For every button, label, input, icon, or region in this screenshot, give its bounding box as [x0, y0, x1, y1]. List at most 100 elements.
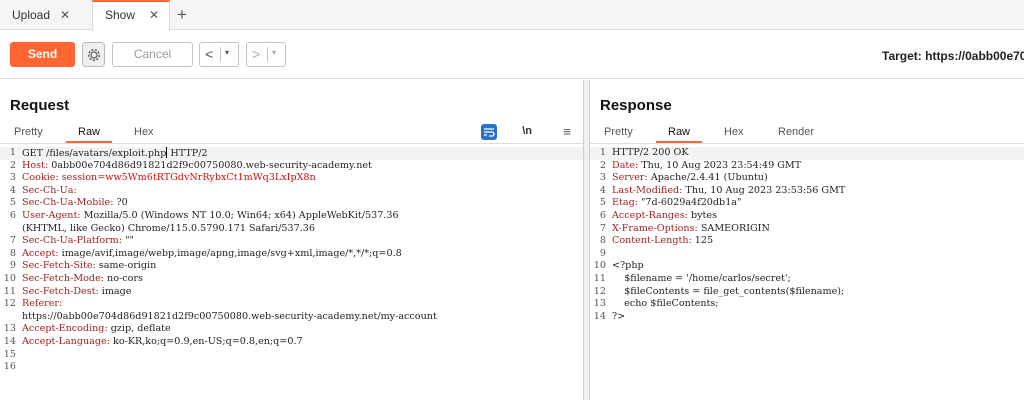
- line-text: $filename = '/home/carlos/secret';: [612, 273, 791, 286]
- line-text: Sec-Ch-Ua-Mobile: ?0: [22, 197, 128, 210]
- code-line: 5 Sec-Ch-Ua-Mobile: ?0: [0, 197, 583, 210]
- code-line: 10 Sec-Fetch-Mode: no-cors: [0, 273, 583, 286]
- line-number: 14: [3, 335, 16, 347]
- header-value: ?0: [116, 197, 128, 209]
- wrap-lines-button[interactable]: [481, 124, 497, 140]
- code-line: 2 Host: 0abb00e704d86d91821d2f9c00750080.…: [0, 160, 583, 173]
- header-name: Server:: [612, 172, 651, 184]
- line-number: 10: [3, 272, 16, 284]
- header-value: echo $fileContents;: [612, 298, 719, 310]
- header-name: Accept:: [22, 247, 62, 259]
- header-name: session=: [61, 172, 106, 184]
- line-text: Etag: "7d-6029a4f20db1a": [612, 197, 741, 210]
- line-number: 4: [9, 184, 16, 196]
- code-line: 1 HTTP/2 200 OK: [590, 147, 1024, 160]
- line-text: Cookie: session=ww5Wm6tRTGdvNrRybxCt1mWq…: [22, 172, 316, 185]
- send-button[interactable]: Send: [10, 42, 75, 67]
- header-value: $filename = '/home/carlos/secret';: [612, 272, 791, 284]
- header-value: same-origin: [98, 260, 157, 272]
- request-editor[interactable]: 1 GET /files/avatars/exploit.php HTTP/2 2 H…: [0, 147, 583, 374]
- chevron-down-icon[interactable]: ▾: [225, 48, 229, 57]
- target-label[interactable]: Target: https://0abb00e70: [882, 49, 1024, 63]
- tab-raw[interactable]: Raw: [655, 126, 703, 143]
- code-line: 1 GET /files/avatars/exploit.php HTTP/2: [0, 147, 583, 160]
- header-value: HTTP/2 200 OK: [612, 147, 689, 158]
- line-number: 5: [9, 197, 16, 209]
- tab-hex[interactable]: Hex: [724, 126, 744, 138]
- code-line: 11 Sec-Fetch-Dest: image: [0, 286, 583, 299]
- header-name: Cookie:: [22, 172, 62, 184]
- chevron-down-icon[interactable]: ▾: [272, 48, 276, 57]
- add-tab-button[interactable]: +: [177, 0, 187, 30]
- header-value: image: [101, 285, 132, 297]
- code-line: 4 Last-Modified: Thu, 10 Aug 2023 23:53:5…: [590, 185, 1024, 198]
- line-number: 14: [593, 310, 606, 322]
- code-line: 10 <?php: [590, 260, 1024, 273]
- line-number: 2: [599, 159, 606, 171]
- line-number: 6: [9, 209, 16, 221]
- newline-toggle-button[interactable]: \n: [522, 125, 532, 137]
- header-value: "": [125, 235, 134, 247]
- line-text: Sec-Fetch-Mode: no-cors: [22, 273, 143, 286]
- header-name: Sec-Fetch-Mode:: [22, 272, 108, 284]
- line-text: Last-Modified: Thu, 10 Aug 2023 23:53:56…: [612, 185, 845, 198]
- request-toolbar: Send Cancel < ▾ > ▾ Target: https://0abb…: [0, 31, 1024, 79]
- line-text: Content-Length: 125: [612, 235, 713, 248]
- header-value: 0abb00e704d86d91821d2f9c00750080.web-sec…: [51, 159, 372, 171]
- burp-repeater-window: Upload ✕ Show ✕ + Send Cancel < ▾ > ▾ Ta…: [0, 0, 1024, 400]
- tab-raw[interactable]: Raw: [65, 126, 113, 143]
- history-back-button[interactable]: < ▾: [199, 42, 239, 67]
- code-line: 9: [590, 248, 1024, 261]
- line-text: Sec-Ch-Ua-Platform: "": [22, 235, 134, 248]
- line-number: 1: [9, 147, 16, 158]
- line-text: Referer:: [22, 298, 62, 311]
- line-number: 13: [593, 298, 606, 310]
- line-number: 8: [9, 247, 16, 259]
- line-number: 7: [9, 235, 16, 247]
- header-name: Sec-Fetch-Dest:: [22, 285, 102, 297]
- line-text: X-Frame-Options: SAMEORIGIN: [612, 223, 770, 236]
- header-name: Last-Modified:: [612, 184, 686, 196]
- line-number: 7: [599, 222, 606, 234]
- cancel-button[interactable]: Cancel: [112, 42, 193, 67]
- close-icon[interactable]: ✕: [149, 0, 159, 30]
- tab-upload-label: Upload: [12, 8, 51, 22]
- code-line: 7 X-Frame-Options: SAMEORIGIN: [590, 223, 1024, 236]
- line-number: 2: [9, 159, 16, 171]
- tab-show[interactable]: Show ✕: [92, 0, 170, 31]
- tab-render[interactable]: Render: [778, 126, 814, 138]
- header-name: Accept-Encoding:: [22, 323, 111, 335]
- wrap-icon: [484, 128, 495, 137]
- code-line: 9 Sec-Fetch-Site: same-origin: [0, 260, 583, 273]
- header-value: Apache/2.4.41 (Ubuntu): [650, 172, 768, 184]
- tab-upload[interactable]: Upload ✕: [0, 0, 88, 30]
- code-line: 2 Date: Thu, 10 Aug 2023 23:54:49 GMT: [590, 160, 1024, 173]
- settings-button[interactable]: [82, 42, 105, 67]
- header-name: Sec-Ch-Ua:: [22, 184, 77, 196]
- code-line: 3 Cookie: session=ww5Wm6tRTGdvNrRybxCt1mW…: [0, 172, 583, 185]
- close-icon[interactable]: ✕: [60, 0, 70, 30]
- header-value: Thu, 10 Aug 2023 23:54:49 GMT: [641, 159, 802, 171]
- tab-show-label: Show: [105, 8, 136, 22]
- header-value: ko-KR,ko;q=0.9,en-US;q=0.8,en;q=0.7: [113, 335, 303, 347]
- code-line: 8 Content-Length: 125: [590, 235, 1024, 248]
- code-line: 12 Referer:: [0, 298, 583, 311]
- line-number: 10: [593, 260, 606, 272]
- response-editor[interactable]: 1 HTTP/2 200 OK 2 Date: Thu, 10 Aug 2023 23…: [590, 147, 1024, 323]
- code-line: (KHTML, like Gecko) Chrome/115.0.5790.17…: [0, 223, 583, 236]
- header-value: GET /files/avatars/exploit.php: [22, 148, 167, 159]
- code-line: 4 Sec-Ch-Ua:: [0, 185, 583, 198]
- chevron-right-icon: >: [252, 46, 261, 62]
- line-number: 3: [599, 172, 606, 184]
- line-text: Accept-Encoding: gzip, deflate: [22, 323, 171, 336]
- header-name: Sec-Ch-Ua-Platform:: [22, 235, 126, 247]
- hamburger-menu-icon[interactable]: ≡: [563, 124, 571, 139]
- header-value: gzip, deflate: [110, 323, 171, 335]
- header-name: Date:: [612, 159, 642, 171]
- tab-hex[interactable]: Hex: [134, 126, 154, 138]
- response-title: Response: [600, 97, 672, 114]
- request-title: Request: [10, 97, 70, 114]
- tab-pretty[interactable]: Pretty: [14, 126, 43, 138]
- history-forward-button[interactable]: > ▾: [246, 42, 286, 67]
- tab-pretty[interactable]: Pretty: [604, 126, 633, 138]
